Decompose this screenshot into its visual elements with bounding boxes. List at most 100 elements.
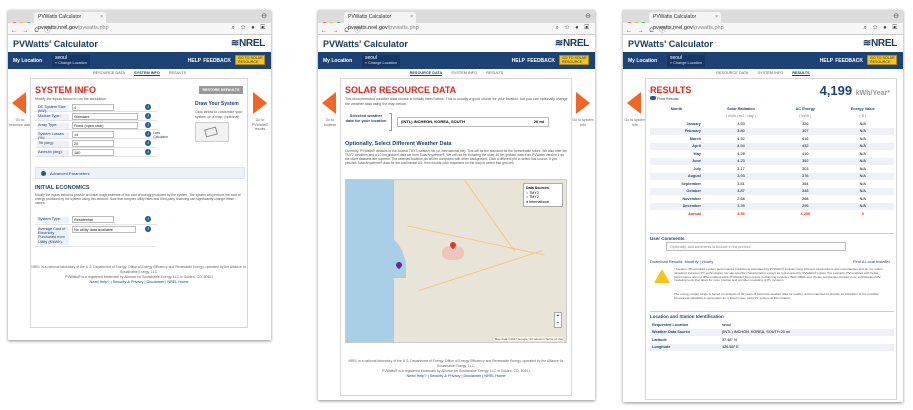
go-left-text[interactable]: Go to system info	[624, 118, 646, 127]
address-bar[interactable]: ← → C ⓘ pvwatts.nrel.gov/pvwatts.php ⌕ ☆…	[318, 23, 595, 35]
help-link[interactable]: HELP	[820, 58, 833, 64]
browser-tab[interactable]: PVWatts Calculator ×	[344, 12, 416, 23]
back-arrow-icon[interactable]	[627, 92, 641, 114]
table-body: January 3.53 326 N/A February 3.80 307 N/A March…	[650, 120, 894, 218]
step-system-info[interactable]: SYSTEM INFO	[451, 71, 477, 75]
solar-resource-badge[interactable]: GO TO SOLAR RESOURCE	[235, 55, 265, 65]
location-value[interactable]: seoul» Change Location	[362, 55, 400, 67]
nrel-logo[interactable]: ≋NREL	[863, 38, 897, 49]
draw-map-thumbnail[interactable]	[195, 122, 229, 142]
array-type-select[interactable]: Fixed (open rack)	[72, 122, 138, 129]
system-losses-input[interactable]: 14	[72, 131, 114, 138]
comments-input[interactable]: Optionally, add comments to include in t…	[666, 242, 846, 251]
extension-icons[interactable]: ⌕ ☆ ● ▣	[232, 25, 267, 32]
table-cell: 37.48° N	[722, 337, 737, 342]
zoom-control[interactable]: + −	[554, 312, 562, 328]
tab-close-icon[interactable]: ×	[410, 12, 413, 23]
legend-item[interactable]: ● International	[526, 200, 560, 205]
loss-calculator-link[interactable]: Loss Calculator	[153, 131, 168, 139]
go-right-text[interactable]: Go to PVWatts® results	[249, 118, 271, 132]
step-system-info[interactable]: SYSTEM INFO	[134, 71, 160, 76]
table-row: April 4.94 432 N/A	[650, 142, 894, 150]
step-results[interactable]: RESULTS	[792, 71, 810, 76]
solar-resource-badge[interactable]: GO TO SOLAR RESOURCE	[559, 55, 589, 65]
url-text[interactable]: pvwatts.nrel.gov/pvwatts.php	[653, 25, 724, 31]
go-left-text[interactable]: Go to location	[319, 118, 341, 127]
station-select[interactable]: (INTL) INCHEON, KOREA, SOUTH 20 mi	[397, 117, 549, 127]
tab-close-icon[interactable]: ×	[715, 12, 718, 23]
economics-fields: System Type: Residential i Average Cost of…	[35, 215, 157, 247]
footer-links[interactable]: Need Help? | Security & Privacy | Discla…	[31, 280, 247, 285]
forward-arrow-icon[interactable]	[576, 92, 590, 114]
help-link[interactable]: HELP	[512, 58, 525, 64]
table-cell: (INTL) INCHON, KOREA, SOUTH 20 mi	[720, 328, 894, 336]
info-icon[interactable]: i	[145, 113, 151, 119]
feedback-link[interactable]: FEEDBACK	[203, 58, 231, 64]
download-results-links[interactable]: Download Results: Monthly | Hourly	[650, 259, 713, 264]
location-value[interactable]: seoul» Change Location	[667, 55, 705, 67]
field-row: Module Type: Standard i	[35, 112, 157, 121]
step-results[interactable]: RESULTS	[486, 71, 503, 75]
plus-icon	[41, 171, 46, 176]
system-type-select[interactable]: Residential	[72, 216, 114, 223]
back-arrow-icon[interactable]	[12, 92, 26, 114]
weather-station-map[interactable]: Data Sources ○ TMY3 ○ TMY2 ● Internation…	[345, 179, 567, 343]
feedback-link[interactable]: FEEDBACK	[527, 58, 555, 64]
location-value[interactable]: seoul» Change Location	[52, 55, 90, 67]
info-icon[interactable]: i	[145, 216, 151, 222]
solar-resource-badge[interactable]: GO TO SOLAR RESOURCE	[867, 55, 897, 65]
azimuth-input[interactable]: 180	[72, 149, 114, 156]
table-cell: 295	[779, 202, 832, 210]
profile-icon[interactable]: ⊖	[261, 12, 267, 20]
module-type-select[interactable]: Standard	[72, 113, 138, 120]
restore-defaults-button[interactable]: RESTORE DEFAULTS	[199, 86, 243, 94]
forward-arrow-icon[interactable]	[253, 92, 267, 114]
table-row: September 3.81 354 N/A	[650, 180, 894, 188]
info-icon[interactable]: i	[145, 140, 151, 146]
nrel-logo[interactable]: ≋NREL	[555, 38, 589, 49]
step-system-info[interactable]: SYSTEM INFO	[757, 71, 783, 75]
nrel-logo[interactable]: ≋NREL	[231, 38, 265, 49]
feedback-link[interactable]: FEEDBACK	[835, 58, 863, 64]
main-content: Go to location SOLAR RESOURCE DATA The r…	[318, 78, 595, 398]
total-value: 4,199	[819, 83, 853, 98]
electricity-cost-input[interactable]: No utility data available	[72, 226, 136, 233]
table-cell: 3.93	[702, 172, 780, 180]
go-left-text[interactable]: Go to resource data	[9, 118, 31, 127]
info-icon[interactable]: i	[145, 122, 151, 128]
optional-title: Optionally, Select Different Weather Dat…	[345, 141, 452, 147]
browser-tab[interactable]: PVWatts Calculator ×	[34, 12, 106, 23]
extension-icons[interactable]: ⌕ ☆ ● ▣	[864, 25, 899, 32]
url-text[interactable]: pvwatts.nrel.gov/pvwatts.php	[348, 25, 419, 31]
find-installer-link[interactable]: Find A Local Installer	[853, 259, 890, 264]
back-arrow-icon[interactable]	[322, 92, 336, 114]
change-location-link[interactable]: » Change Location	[55, 61, 87, 66]
step-resource-data[interactable]: RESOURCE DATA	[716, 71, 748, 75]
address-bar[interactable]: ← → C ⓘ pvwatts.nrel.gov/pvwatts.php ⌕ ☆…	[8, 23, 271, 35]
info-icon[interactable]: i	[145, 226, 151, 232]
change-location-link[interactable]: » Change Location	[365, 61, 397, 66]
step-resource-data[interactable]: RESOURCE DATA	[93, 71, 125, 75]
info-icon[interactable]: i	[145, 104, 151, 110]
tab-close-icon[interactable]: ×	[100, 12, 103, 23]
dc-size-input[interactable]: 4	[72, 104, 114, 111]
footer-links[interactable]: Need Help? | Security & Privacy | Discla…	[341, 374, 571, 379]
info-icon[interactable]: i	[145, 131, 151, 137]
profile-icon[interactable]: ⊖	[585, 12, 591, 20]
tilt-input[interactable]: 20	[72, 140, 114, 147]
profile-icon[interactable]: ⊖	[893, 12, 899, 20]
table-cell: 3.17	[737, 166, 745, 171]
help-link[interactable]: HELP	[188, 58, 201, 64]
print-results-link[interactable]: Print Results	[650, 96, 679, 101]
extension-icons[interactable]: ⌕ ☆ ● ▣	[556, 25, 591, 32]
table-row: November 2.68 268 N/A	[650, 195, 894, 203]
url-text[interactable]: pvwatts.nrel.gov/pvwatts.php	[38, 25, 109, 31]
info-icon[interactable]: i	[145, 149, 151, 155]
change-location-link[interactable]: » Change Location	[670, 61, 702, 66]
go-right-text[interactable]: Go to system info	[572, 118, 594, 127]
browser-tab[interactable]: PVWatts Calculator ×	[649, 12, 721, 23]
step-results[interactable]: RESULTS	[169, 71, 186, 75]
advanced-parameters-toggle[interactable]: Advanced Parameters	[35, 167, 245, 179]
step-resource-data[interactable]: RESOURCE DATA	[409, 71, 443, 76]
address-bar[interactable]: ← → C ⓘ pvwatts.nrel.gov/pvwatts.php ⌕ ☆…	[623, 23, 903, 35]
